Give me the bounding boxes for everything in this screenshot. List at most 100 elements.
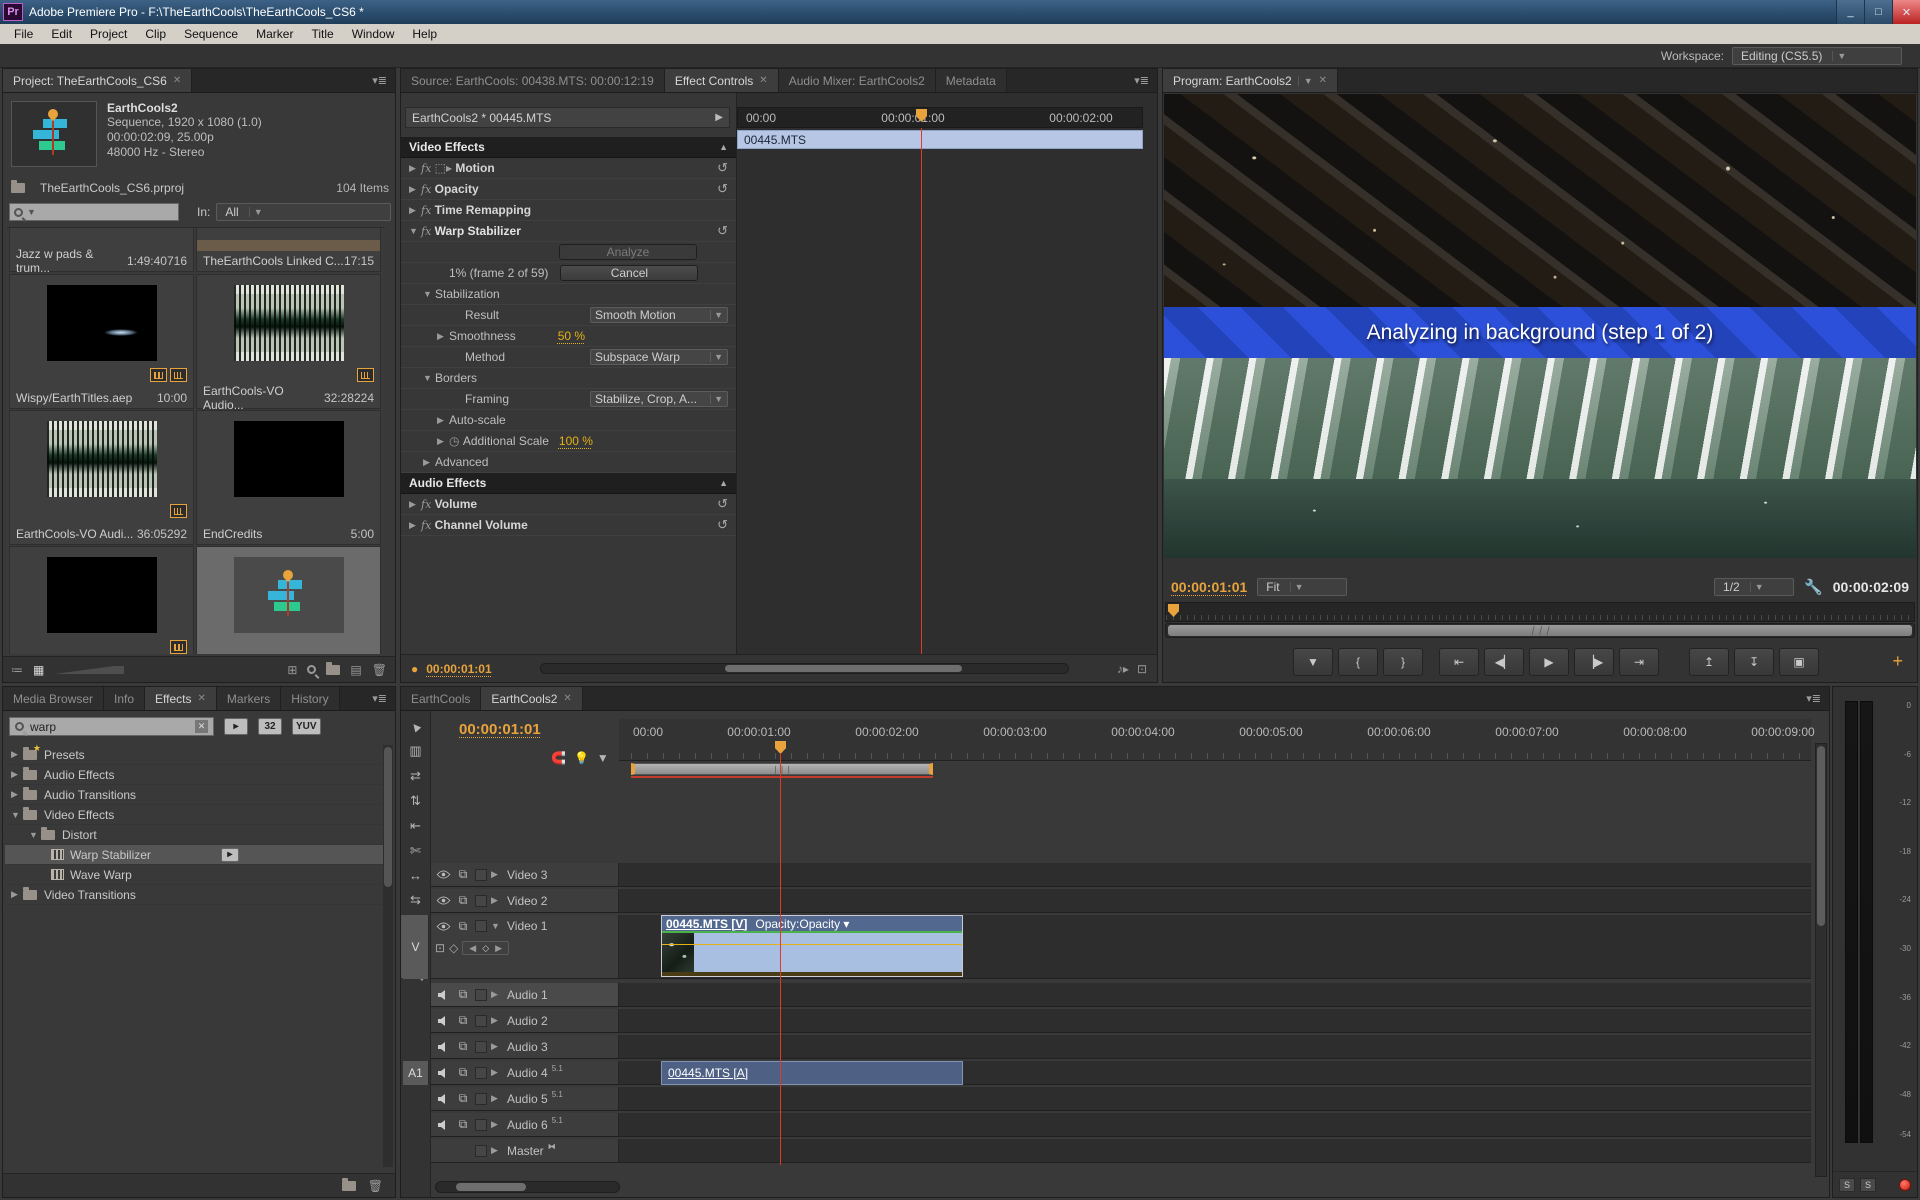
notification-dot-icon[interactable]: [1899, 1178, 1911, 1191]
twirl-icon[interactable]: ▶: [437, 436, 449, 447]
tree-wave-warp[interactable]: Wave Warp: [5, 865, 383, 885]
close-icon[interactable]: ✕: [563, 693, 571, 704]
track-lock-toggle[interactable]: [475, 1118, 487, 1131]
in-select[interactable]: All ▼: [216, 203, 391, 221]
menu-clip[interactable]: Clip: [137, 26, 174, 42]
twirl-icon[interactable]: ▶: [423, 457, 435, 468]
step-back-button[interactable]: ◀▏: [1484, 648, 1524, 676]
settings-wrench-icon[interactable]: 🔧: [1804, 578, 1823, 596]
list-item[interactable]: TheEarthCools Linked C... 17:15: [196, 228, 381, 272]
effect-opacity[interactable]: ▶ fx Opacity ↺: [401, 179, 736, 200]
list-item[interactable]: Jazz w pads & trum... 1:49:40716: [9, 228, 194, 275]
sync-lock-icon[interactable]: ⧉: [455, 893, 471, 908]
video1-target-badge[interactable]: V: [403, 915, 429, 979]
program-mini-ruler[interactable]: [1165, 602, 1915, 622]
close-icon[interactable]: ✕: [173, 75, 181, 86]
track-lock-toggle[interactable]: [475, 1066, 487, 1079]
tab-media-browser[interactable]: Media Browser: [3, 687, 105, 710]
tree-distort[interactable]: ▼ Distort: [5, 825, 383, 845]
rolling-edit-tool[interactable]: ⇅: [410, 793, 421, 809]
snap-icon[interactable]: 🧲: [551, 751, 566, 765]
audio-clip-00445[interactable]: 00445.MTS [A]: [661, 1061, 963, 1085]
twirl-icon[interactable]: ▶: [409, 163, 421, 174]
sync-lock-icon[interactable]: ⧉: [455, 919, 471, 933]
toggle-track-mute-icon[interactable]: [435, 1066, 451, 1080]
menu-file[interactable]: File: [6, 26, 41, 42]
sync-lock-icon[interactable]: ⧉: [455, 987, 471, 1002]
twirl-icon[interactable]: ▶: [409, 499, 421, 510]
yuv-filter-button[interactable]: YUV: [292, 718, 321, 735]
solo-left-button[interactable]: S: [1839, 1177, 1855, 1192]
play-audio-icon[interactable]: ♪▸: [1117, 662, 1129, 676]
menu-title[interactable]: Title: [303, 26, 341, 42]
sync-lock-icon[interactable]: ⧉: [455, 1039, 471, 1054]
list-item[interactable]: EndCredits 5:00: [196, 410, 381, 545]
sync-lock-icon[interactable]: ⧉: [455, 1013, 471, 1028]
timeline-timecode[interactable]: 00:00:01:01: [459, 721, 541, 738]
effect-channel-volume[interactable]: ▶ fx Channel Volume ↺: [401, 515, 736, 536]
tab-sequence-earthcools[interactable]: EarthCools: [401, 687, 482, 710]
keyframe-nav[interactable]: ◀ ◇ ▶: [462, 941, 510, 955]
work-area-bar[interactable]: ❘❘❘: [631, 763, 933, 778]
panel-menu-icon[interactable]: ▾≣: [364, 692, 395, 705]
timeline-horizontal-scrollbar[interactable]: [435, 1181, 620, 1193]
tab-effect-controls[interactable]: Effect Controls ✕: [664, 69, 779, 92]
zoom-slider[interactable]: [54, 665, 125, 674]
tab-source[interactable]: Source: EarthCools: 00438.MTS: 00:00:12:…: [401, 69, 665, 92]
tree-video-effects[interactable]: ▼ Video Effects: [5, 805, 383, 825]
show-timeline-icon[interactable]: ▶: [715, 112, 723, 123]
toggle-track-mute-icon[interactable]: [435, 1092, 451, 1106]
set-display-style-icon[interactable]: ⊡: [435, 941, 445, 955]
twirl-icon[interactable]: ▶: [437, 331, 449, 342]
track-lock-toggle[interactable]: [475, 920, 487, 932]
track-lock-toggle[interactable]: [475, 1040, 487, 1053]
slip-tool[interactable]: ↔: [409, 868, 422, 883]
close-icon[interactable]: ✕: [759, 75, 767, 86]
tab-project[interactable]: Project: TheEarthCools_CS6 ✕: [3, 69, 193, 92]
menu-project[interactable]: Project: [82, 26, 135, 42]
list-item-selected[interactable]: EarthCools22:09: [196, 546, 381, 654]
reset-icon[interactable]: ↺: [717, 160, 728, 176]
additional-scale-value[interactable]: 100 %: [559, 434, 593, 448]
effect-time-remapping[interactable]: ▶ fx Time Remapping: [401, 200, 736, 221]
accelerated-effects-filter-button[interactable]: ▸: [224, 718, 248, 735]
audio-effects-header[interactable]: Audio Effects ▲: [401, 473, 736, 494]
delete-icon[interactable]: 🗑: [368, 1179, 383, 1193]
collapse-icon[interactable]: ▲: [719, 478, 728, 488]
twirl-icon[interactable]: ▶: [409, 184, 421, 195]
timeline-vertical-scrollbar[interactable]: [1815, 743, 1827, 1177]
menu-window[interactable]: Window: [344, 26, 403, 42]
tree-audio-transitions[interactable]: ▶ Audio Transitions: [5, 785, 383, 805]
effect-motion[interactable]: ▶ fx ⬚▸ Motion ↺: [401, 158, 736, 179]
tab-sequence-earthcools2[interactable]: EarthCools2 ✕: [481, 687, 583, 710]
rate-stretch-tool[interactable]: ⇤: [410, 818, 421, 834]
effects-search-input[interactable]: warp ✕: [9, 717, 214, 736]
toggle-track-mute-icon[interactable]: [435, 1014, 451, 1028]
close-button[interactable]: ✕: [1892, 0, 1920, 24]
go-to-out-button[interactable]: ⇥: [1619, 648, 1659, 676]
show-keyframes-icon[interactable]: ◇: [449, 941, 458, 955]
list-item[interactable]: Wispy/EarthTitles.aep 10:00: [9, 274, 194, 409]
track-lock-toggle[interactable]: [475, 894, 487, 907]
toggle-track-output-icon[interactable]: [435, 919, 451, 933]
effect-volume[interactable]: ▶ fx Volume ↺: [401, 494, 736, 515]
export-frame-button[interactable]: ▣: [1779, 648, 1819, 676]
extract-button[interactable]: ↧: [1734, 648, 1774, 676]
program-playhead-marker[interactable]: [1168, 604, 1179, 617]
automate-to-sequence-icon[interactable]: ⊞: [287, 663, 297, 677]
zoom-level-select[interactable]: Fit ▼: [1257, 578, 1348, 596]
new-bin-icon[interactable]: [326, 661, 341, 675]
track-select-tool[interactable]: ▥: [409, 743, 421, 759]
selection-tool[interactable]: ▲: [406, 717, 426, 737]
ec-horizontal-scrollbar[interactable]: [539, 663, 1069, 674]
stopwatch-icon[interactable]: ◷: [449, 434, 459, 448]
track-lock-toggle[interactable]: [475, 868, 487, 881]
twirl-icon[interactable]: ▼: [423, 289, 435, 299]
new-item-icon[interactable]: ▤: [350, 663, 361, 677]
tab-history[interactable]: History: [281, 687, 340, 710]
collapse-icon[interactable]: ▲: [719, 142, 728, 152]
clear-icon[interactable]: 🗑: [372, 663, 387, 677]
go-to-in-button[interactable]: ⇤: [1439, 648, 1479, 676]
program-scrollbar[interactable]: ❘❘❘: [1165, 623, 1915, 638]
chevron-down-icon[interactable]: ▼: [1297, 75, 1313, 86]
